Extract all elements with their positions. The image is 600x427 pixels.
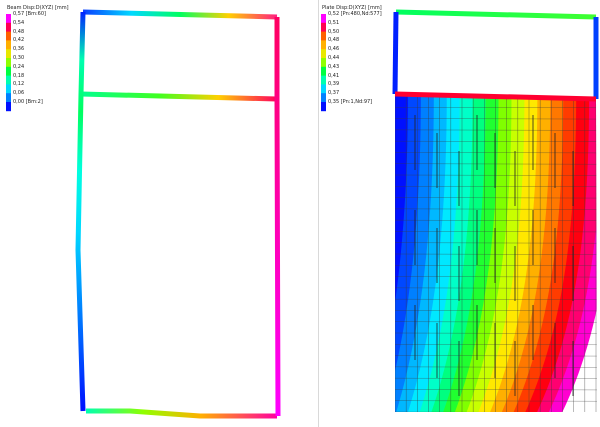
legend-tick-label: 0,44 [328,55,340,61]
mesh-line [395,411,597,412]
legend-swatch [6,40,11,50]
legend-swatch [321,58,326,68]
plate-top-beam [395,9,597,20]
legend-swatch [6,66,11,76]
legend-swatch [6,31,11,41]
legend-tick-label: 0,06 [13,90,25,97]
legend-tick-label: 0,30 [13,55,25,61]
legend-tick-label: 0,48 [328,37,340,44]
legend-swatch [6,49,11,59]
legend-swatch [321,49,326,59]
legend-swatch [321,75,326,85]
legend-tick-label: 0,00 [Bm:2] [13,99,43,105]
beam-right-column [274,17,281,417]
legend-tick-label: 0,54 [13,19,25,26]
legend-tick-label: 0,48 [13,28,25,35]
legend-swatch [321,66,326,76]
legend-swatch [6,58,11,68]
beam-frame-plot [6,9,281,419]
plate-left-beam [392,11,399,95]
contour-band [359,94,395,412]
legend-swatch [321,93,326,103]
legend-swatch [321,84,326,94]
legend-swatch [321,22,326,32]
legend-tick-label: 0,39 [328,81,340,88]
plate-displacement-panel: Plate Disp:D(XYZ) [mm] 0,52 [Pn:480,Nd:5… [319,0,600,427]
legend-tick-label: 0,42 [13,37,25,44]
legend-swatch [6,84,11,94]
legend-tick-label: 0,24 [13,63,25,70]
legend-tick-label: 0,12 [13,81,25,88]
beam-displacement-panel: Beam Disp:D(XYZ) [mm] 0,57 [Bm:60] 0,54 … [0,0,318,427]
legend-swatch [321,40,326,50]
legend-swatch [321,31,326,41]
legend-swatch [6,102,11,112]
legend-swatch [6,22,11,32]
plate-contour-plot [321,9,599,412]
legend-swatch [321,102,326,112]
legend-tick-label: 0,36 [13,46,25,53]
legend-tick-label: 0,41 [328,72,340,79]
legend-tick-label: 0,52 [Pn:480,Nd:577] [328,11,382,17]
legend-swatch [6,75,11,85]
legend-swatch [321,14,326,24]
legend-tick-label: 0,37 [328,90,340,97]
legend-tick-label: 0,18 [13,72,25,79]
legend-tick-label: 0,57 [Bm:60] [13,11,46,17]
beam-bottom [86,408,277,419]
beam-top [82,9,278,20]
legend-swatch [6,93,11,103]
beam-left-column [75,11,86,412]
beam-middle [80,91,278,102]
legend-swatch [6,14,11,24]
legend-tick-label: 0,51 [328,19,340,26]
legend-tick-label: 0,43 [328,63,340,70]
legend-tick-label: 0,46 [328,46,340,53]
legend-tick-label: 0,50 [328,28,340,35]
legend-tick-label: 0,35 [Pn:1,Nd:97] [328,99,373,105]
